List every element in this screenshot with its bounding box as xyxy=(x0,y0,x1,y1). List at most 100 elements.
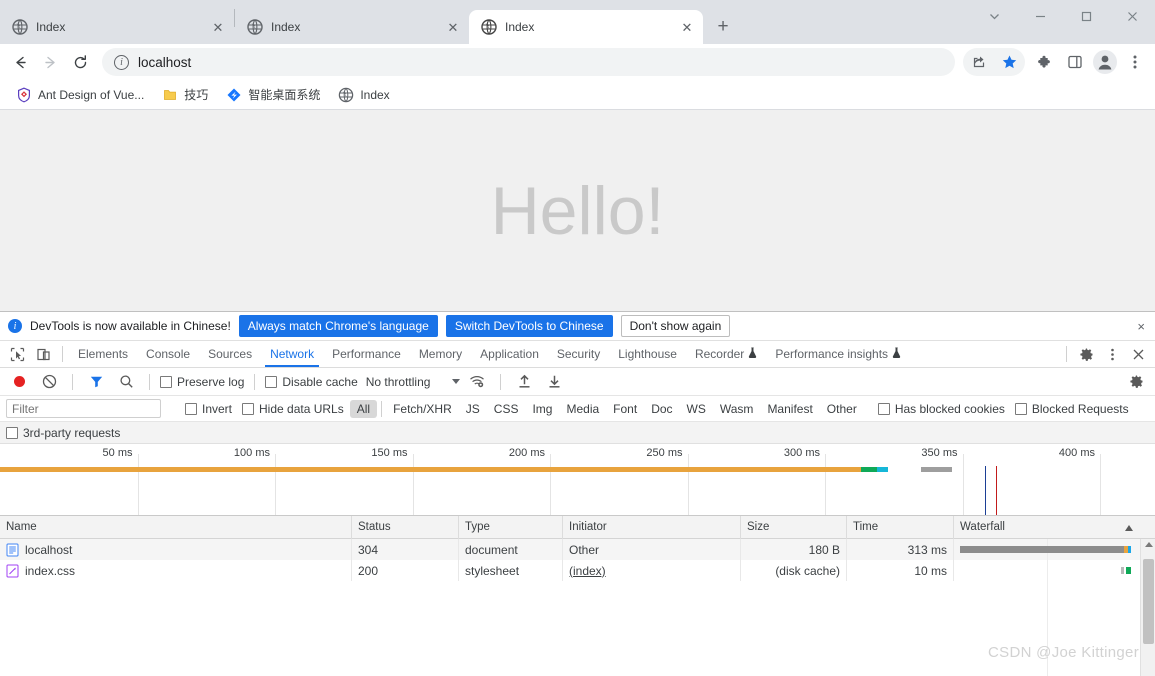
overview-tick-labels: 50 ms 100 ms 150 ms 200 ms 250 ms 300 ms 350 m… xyxy=(0,444,1155,464)
blocked-requests-checkbox[interactable]: Blocked Requests xyxy=(1014,402,1129,416)
filter-type-all[interactable]: All xyxy=(349,399,378,418)
export-har-icon[interactable] xyxy=(541,370,567,394)
filter-type-wasm[interactable]: Wasm xyxy=(713,400,761,418)
filter-type-doc[interactable]: Doc xyxy=(644,400,679,418)
devtools-tab-application[interactable]: Application xyxy=(471,341,548,367)
overview-tick-label: 300 ms xyxy=(783,447,820,459)
third-party-requests-checkbox[interactable]: 3rd-party requests xyxy=(6,426,120,440)
settings-gear-icon[interactable] xyxy=(1073,342,1099,366)
filter-type-manifest[interactable]: Manifest xyxy=(760,400,819,418)
reload-button-icon[interactable] xyxy=(66,48,94,76)
bookmark-index[interactable]: Index xyxy=(330,84,397,106)
side-panel-icon[interactable] xyxy=(1061,48,1089,76)
overview-gridline xyxy=(137,454,139,515)
invert-checkbox[interactable]: Invert xyxy=(185,402,232,416)
clear-requests-button[interactable] xyxy=(36,370,62,394)
new-tab-button[interactable]: + xyxy=(709,13,737,41)
devtools-tab-memory[interactable]: Memory xyxy=(410,341,471,367)
preserve-log-checkbox[interactable]: Preserve log xyxy=(160,375,244,389)
network-overview-timeline[interactable]: 50 ms 100 ms 150 ms 200 ms 250 ms 300 ms 350 m… xyxy=(0,444,1155,516)
filter-type-js[interactable]: JS xyxy=(459,400,487,418)
network-settings-gear-icon[interactable] xyxy=(1123,370,1149,394)
filter-toggle-icon[interactable] xyxy=(83,370,109,394)
close-devtools-icon[interactable] xyxy=(1125,342,1151,366)
network-filter-bar: Invert Hide data URLs All Fetch/XHR JS C… xyxy=(0,396,1155,422)
throttling-dropdown[interactable]: No throttling xyxy=(362,375,461,389)
scrollbar-thumb[interactable] xyxy=(1143,559,1154,644)
initiator-link[interactable]: (index) xyxy=(569,564,606,578)
overview-gridline xyxy=(962,454,964,515)
minimize-window-icon[interactable] xyxy=(1017,0,1063,32)
column-header-type[interactable]: Type xyxy=(459,515,563,539)
filter-type-media[interactable]: Media xyxy=(559,400,606,418)
bookmark-star-icon[interactable] xyxy=(995,48,1023,76)
devtools-tab-performance[interactable]: Performance xyxy=(323,341,410,367)
dont-show-again-button[interactable]: Don't show again xyxy=(620,315,731,337)
profile-avatar-icon[interactable] xyxy=(1091,48,1119,76)
bookmark-ant-design-of-vue[interactable]: Ant Design of Vue... xyxy=(8,84,152,106)
table-vertical-scrollbar[interactable] xyxy=(1140,539,1155,676)
filter-type-css[interactable]: CSS xyxy=(487,400,526,418)
tab-search-chevron-icon[interactable] xyxy=(971,0,1017,32)
filter-input[interactable] xyxy=(6,399,161,418)
column-header-time[interactable]: Time xyxy=(847,515,954,539)
devtools-tab-elements[interactable]: Elements xyxy=(69,341,137,367)
overview-tick-label: 50 ms xyxy=(102,447,133,459)
hide-data-urls-checkbox[interactable]: Hide data URLs xyxy=(242,402,344,416)
browser-tab-1[interactable]: Index ✕ xyxy=(0,10,234,44)
column-header-status[interactable]: Status xyxy=(352,515,459,539)
tab-close-icon[interactable]: ✕ xyxy=(679,19,695,35)
search-icon[interactable] xyxy=(113,370,139,394)
device-toolbar-icon[interactable] xyxy=(30,342,56,366)
inspect-element-icon[interactable] xyxy=(4,342,30,366)
address-bar[interactable]: i localhost xyxy=(102,48,955,76)
browser-tab-3-active[interactable]: Index ✕ xyxy=(469,10,703,44)
devtools-tab-network[interactable]: Network xyxy=(261,341,323,367)
devtools-tab-recorder[interactable]: Recorder xyxy=(686,341,766,367)
sort-ascending-icon[interactable] xyxy=(1125,525,1133,531)
has-blocked-cookies-checkbox[interactable]: Has blocked cookies xyxy=(877,402,1005,416)
devtools-tab-security[interactable]: Security xyxy=(548,341,609,367)
close-window-icon[interactable] xyxy=(1109,0,1155,32)
share-icon[interactable] xyxy=(965,48,993,76)
table-header-row: Name Status Type Initiator Size Time Wat… xyxy=(0,515,1155,539)
always-match-chrome-language-button[interactable]: Always match Chrome's language xyxy=(238,315,438,337)
back-button-icon[interactable] xyxy=(6,48,34,76)
scroll-up-icon[interactable] xyxy=(1145,542,1153,547)
import-har-icon[interactable] xyxy=(511,370,537,394)
browser-tab-2[interactable]: Index ✕ xyxy=(235,10,469,44)
more-options-icon[interactable] xyxy=(1099,342,1125,366)
record-button[interactable] xyxy=(6,370,32,394)
maximize-window-icon[interactable] xyxy=(1063,0,1109,32)
info-circle-icon[interactable]: i xyxy=(114,54,129,70)
disable-cache-checkbox[interactable]: Disable cache xyxy=(265,375,358,389)
close-banner-icon[interactable]: × xyxy=(1137,319,1145,334)
globe-icon xyxy=(12,19,28,35)
extensions-puzzle-icon[interactable] xyxy=(1031,48,1059,76)
devtools-tab-console[interactable]: Console xyxy=(137,341,199,367)
bookmark-smart-desktop-system[interactable]: 智能桌面系统 xyxy=(218,83,328,106)
devtools-tab-lighthouse[interactable]: Lighthouse xyxy=(609,341,686,367)
column-header-initiator[interactable]: Initiator xyxy=(563,515,741,539)
filter-type-fetch-xhr[interactable]: Fetch/XHR xyxy=(386,400,459,418)
column-header-size[interactable]: Size xyxy=(741,515,847,539)
network-conditions-icon[interactable] xyxy=(464,370,490,394)
column-header-name[interactable]: Name xyxy=(0,515,352,539)
filter-type-img[interactable]: Img xyxy=(525,400,559,418)
switch-devtools-to-chinese-button[interactable]: Switch DevTools to Chinese xyxy=(445,315,613,337)
bookmark-folder-jiqiao[interactable]: 技巧 xyxy=(154,83,216,106)
table-row[interactable]: index.css 200 stylesheet (index) (disk c… xyxy=(0,560,1155,581)
devtools-tab-sources[interactable]: Sources xyxy=(199,341,261,367)
forward-button-icon[interactable] xyxy=(36,48,64,76)
tab-close-icon[interactable]: ✕ xyxy=(445,19,461,35)
cell-type: document xyxy=(459,539,563,560)
table-row[interactable]: localhost 304 document Other 180 B 313 m… xyxy=(0,539,1155,560)
filter-type-ws[interactable]: WS xyxy=(680,400,713,418)
checkbox-box xyxy=(160,375,172,388)
bookmark-label: 智能桌面系统 xyxy=(248,88,321,102)
tab-close-icon[interactable]: ✕ xyxy=(210,19,226,35)
more-menu-icon[interactable] xyxy=(1121,48,1149,76)
filter-type-font[interactable]: Font xyxy=(606,400,644,418)
devtools-tab-performance-insights[interactable]: Performance insights xyxy=(766,341,910,367)
filter-type-other[interactable]: Other xyxy=(820,400,864,418)
